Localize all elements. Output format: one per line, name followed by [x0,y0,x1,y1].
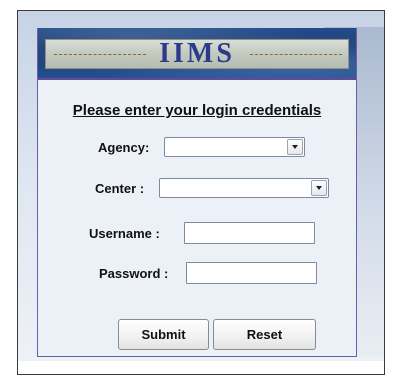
username-input[interactable] [184,222,315,244]
username-label: Username : [89,225,160,241]
agency-label: Agency: [98,139,150,155]
username-row: Username : [89,222,315,244]
center-select[interactable] [159,178,329,198]
center-dropdown-button[interactable] [311,180,327,196]
password-row: Password : [99,262,317,284]
center-label: Center : [95,180,145,196]
chevron-down-icon [316,186,322,190]
center-row: Center : [95,178,329,198]
reset-button[interactable]: Reset [213,319,316,350]
submit-button[interactable]: Submit [118,319,209,350]
iims-banner: IIMS [38,28,356,80]
password-label: Password : [99,265,169,281]
agency-select[interactable] [164,137,305,157]
agency-row: Agency: [98,137,305,157]
login-heading: Please enter your login credentials [72,102,322,119]
password-input[interactable] [186,262,317,284]
login-panel: IIMS Please enter your login credentials… [37,28,357,357]
agency-dropdown-button[interactable] [287,139,303,155]
chevron-down-icon [292,145,298,149]
app-logo-title: IIMS [159,38,235,69]
